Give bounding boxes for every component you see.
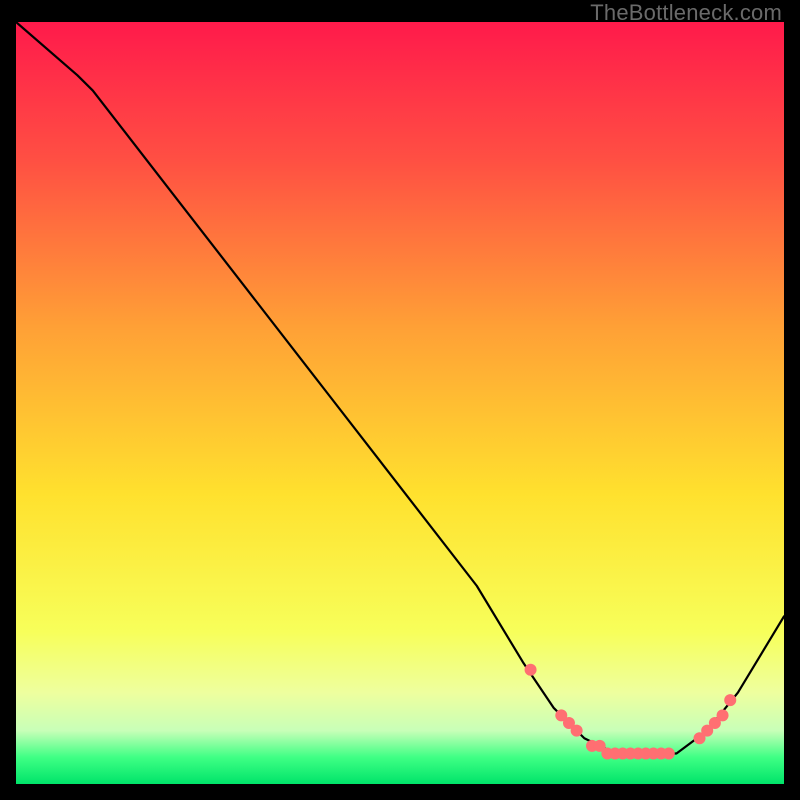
highlight-point bbox=[663, 748, 675, 760]
highlight-point bbox=[724, 694, 736, 706]
chart-frame bbox=[16, 22, 784, 784]
highlight-point bbox=[717, 709, 729, 721]
bottleneck-chart bbox=[16, 22, 784, 784]
highlight-point bbox=[525, 664, 537, 676]
highlight-point bbox=[571, 725, 583, 737]
gradient-background bbox=[16, 22, 784, 784]
watermark-label: TheBottleneck.com bbox=[590, 0, 782, 26]
